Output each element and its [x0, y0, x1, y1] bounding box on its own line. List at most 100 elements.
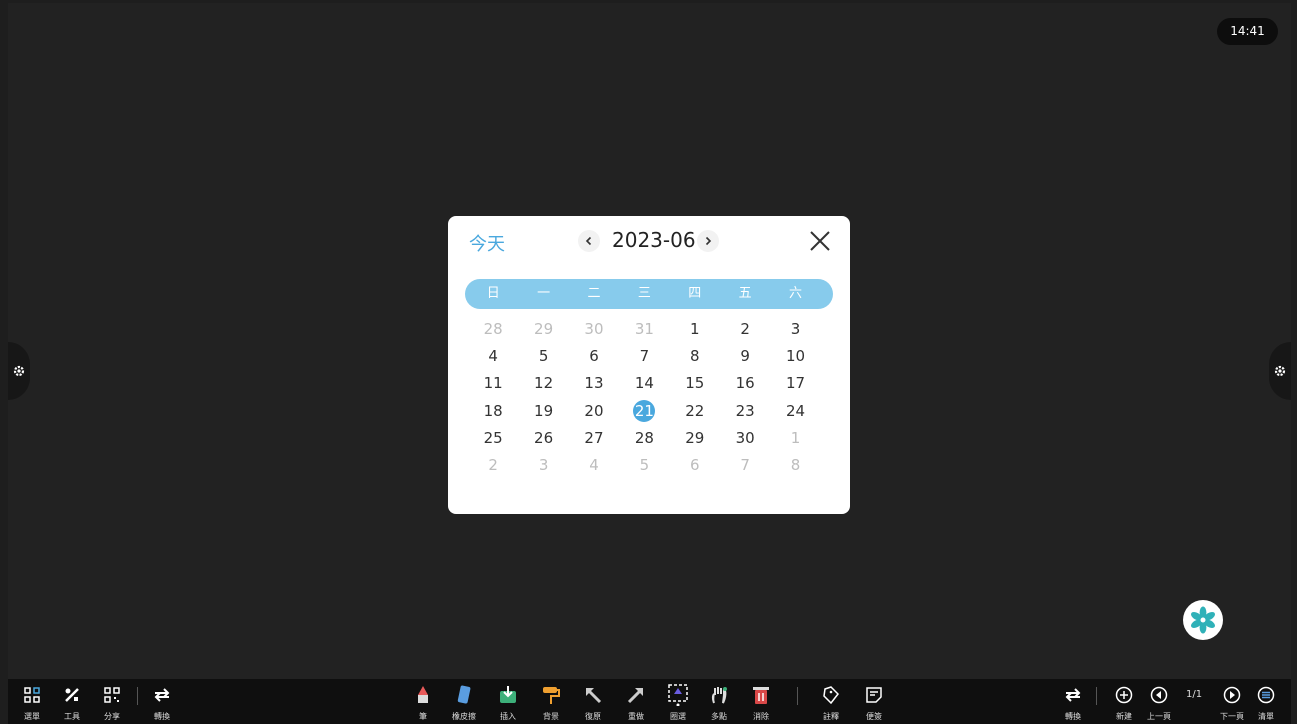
day-label: 11	[483, 374, 503, 393]
calendar-day[interactable]: 30	[569, 315, 619, 342]
calendar-day[interactable]: 29	[518, 315, 568, 342]
calendar-day[interactable]: 7	[619, 342, 669, 369]
prev-page-button[interactable]: 上一頁	[1143, 685, 1175, 723]
lasso-select-button[interactable]: 圈選	[662, 684, 694, 723]
calendar-day[interactable]: 3	[770, 315, 820, 342]
calendar-day[interactable]: 22	[670, 397, 720, 424]
gear-icon	[13, 365, 25, 377]
calendar-day[interactable]: 18	[468, 397, 518, 424]
calendar-day[interactable]: 14	[619, 370, 669, 397]
calendar-day[interactable]: 13	[569, 370, 619, 397]
calendar-day[interactable]: 4	[569, 451, 619, 478]
calendar-day[interactable]: 5	[518, 342, 568, 369]
hand-icon	[711, 687, 727, 704]
next-month-button[interactable]	[697, 230, 719, 252]
toolbar-divider	[137, 687, 138, 705]
qr-code-icon	[104, 687, 120, 703]
weekday-label: 六	[789, 286, 803, 301]
weekday-header: 日一二三四五六	[465, 279, 833, 309]
annotate-button[interactable]: 註釋	[815, 685, 847, 723]
calendar-day[interactable]: 2	[468, 451, 518, 478]
calendar-day[interactable]: 27	[569, 424, 619, 451]
calendar-day[interactable]: 6	[569, 342, 619, 369]
new-page-button[interactable]: 新建	[1108, 685, 1140, 723]
calendar-day[interactable]: 28	[619, 424, 669, 451]
today-button[interactable]: 今天	[469, 230, 505, 256]
calendar-day[interactable]: 16	[720, 370, 770, 397]
calendar-day[interactable]: 3	[518, 451, 568, 478]
redo-button[interactable]: 重做	[620, 685, 652, 723]
insert-button[interactable]: 插入	[492, 685, 524, 723]
calendar-day[interactable]: 29	[670, 424, 720, 451]
calendar-day[interactable]: 26	[518, 424, 568, 451]
undo-button[interactable]: 復原	[577, 685, 609, 723]
lasso-select-label: 圈選	[670, 712, 686, 721]
day-label: 9	[740, 346, 750, 365]
calendar-day[interactable]: 21	[619, 397, 669, 424]
calendar-day[interactable]: 23	[720, 397, 770, 424]
calendar-day[interactable]: 25	[468, 424, 518, 451]
share-button[interactable]: 分享	[96, 685, 128, 723]
prev-month-button[interactable]	[578, 230, 600, 252]
calendar-day[interactable]: 11	[468, 370, 518, 397]
calendar-day[interactable]: 24	[770, 397, 820, 424]
floating-assistant-button[interactable]	[1183, 600, 1223, 640]
background-button[interactable]: 背景	[535, 685, 567, 723]
day-label: 2	[488, 456, 498, 475]
tools-label: 工具	[64, 712, 80, 721]
day-label: 23	[735, 401, 755, 420]
plus-circle-icon	[1115, 686, 1133, 704]
switch-button-right[interactable]: 轉換	[1057, 685, 1089, 723]
calendar-day[interactable]: 8	[670, 342, 720, 369]
day-label: 28	[634, 428, 654, 447]
clear-button[interactable]: 消除	[745, 685, 777, 723]
calendar-day[interactable]: 15	[670, 370, 720, 397]
calendar-day[interactable]: 20	[569, 397, 619, 424]
calendar-day[interactable]: 1	[770, 424, 820, 451]
list-icon	[1257, 686, 1275, 704]
calendar-day[interactable]: 19	[518, 397, 568, 424]
note-button[interactable]: 便簽	[858, 685, 890, 723]
multi-touch-button[interactable]: 多點	[703, 685, 735, 723]
calendar-day[interactable]: 7	[720, 451, 770, 478]
calendar-day[interactable]: 2	[720, 315, 770, 342]
next-page-icon	[1223, 686, 1241, 704]
day-label: 19	[534, 401, 554, 420]
calendar-day[interactable]: 10	[770, 342, 820, 369]
close-icon	[810, 231, 830, 251]
calendar-dialog: 今天 2023-06 日一二三四五六 28 29 30 31 1 2 3 4 5 6 7 8 9 10 11…	[448, 216, 850, 514]
menu-button[interactable]: 選單	[16, 685, 48, 723]
pen-label: 筆	[419, 712, 427, 721]
calendar-day[interactable]: 1	[670, 315, 720, 342]
close-button[interactable]	[808, 229, 832, 253]
prev-page-icon	[1150, 686, 1168, 704]
calendar-day[interactable]: 8	[770, 451, 820, 478]
new-page-label: 新建	[1116, 712, 1132, 721]
day-label: 24	[785, 401, 806, 420]
day-label: 8	[790, 456, 801, 475]
eraser-label: 橡皮擦	[452, 712, 476, 721]
weekday-label: 五	[738, 286, 752, 301]
day-label: 3	[790, 319, 801, 338]
calendar-day[interactable]: 28	[468, 315, 518, 342]
prev-page-label: 上一頁	[1147, 712, 1171, 721]
next-page-label: 下一頁	[1220, 712, 1244, 721]
day-label: 5	[639, 456, 650, 475]
eraser-button[interactable]: 橡皮擦	[448, 685, 480, 723]
tools-button[interactable]: 工具	[56, 685, 88, 723]
calendar-day[interactable]: 4	[468, 342, 518, 369]
next-page-button[interactable]: 下一頁	[1216, 685, 1248, 723]
calendar-day[interactable]: 17	[770, 370, 820, 397]
calendar-day[interactable]: 31	[619, 315, 669, 342]
pen-button[interactable]: 筆	[407, 685, 439, 723]
calendar-day[interactable]: 9	[720, 342, 770, 369]
calendar-day[interactable]: 6	[670, 451, 720, 478]
switch-arrows-icon	[154, 688, 170, 702]
calendar-day[interactable]: 30	[720, 424, 770, 451]
calendar-day[interactable]: 5	[619, 451, 669, 478]
insert-icon	[500, 686, 516, 703]
calendar-day[interactable]: 12	[518, 370, 568, 397]
page-list-button[interactable]: 清單	[1250, 685, 1282, 723]
pen-icon	[418, 686, 428, 703]
switch-button-left[interactable]: 轉換	[146, 685, 178, 723]
